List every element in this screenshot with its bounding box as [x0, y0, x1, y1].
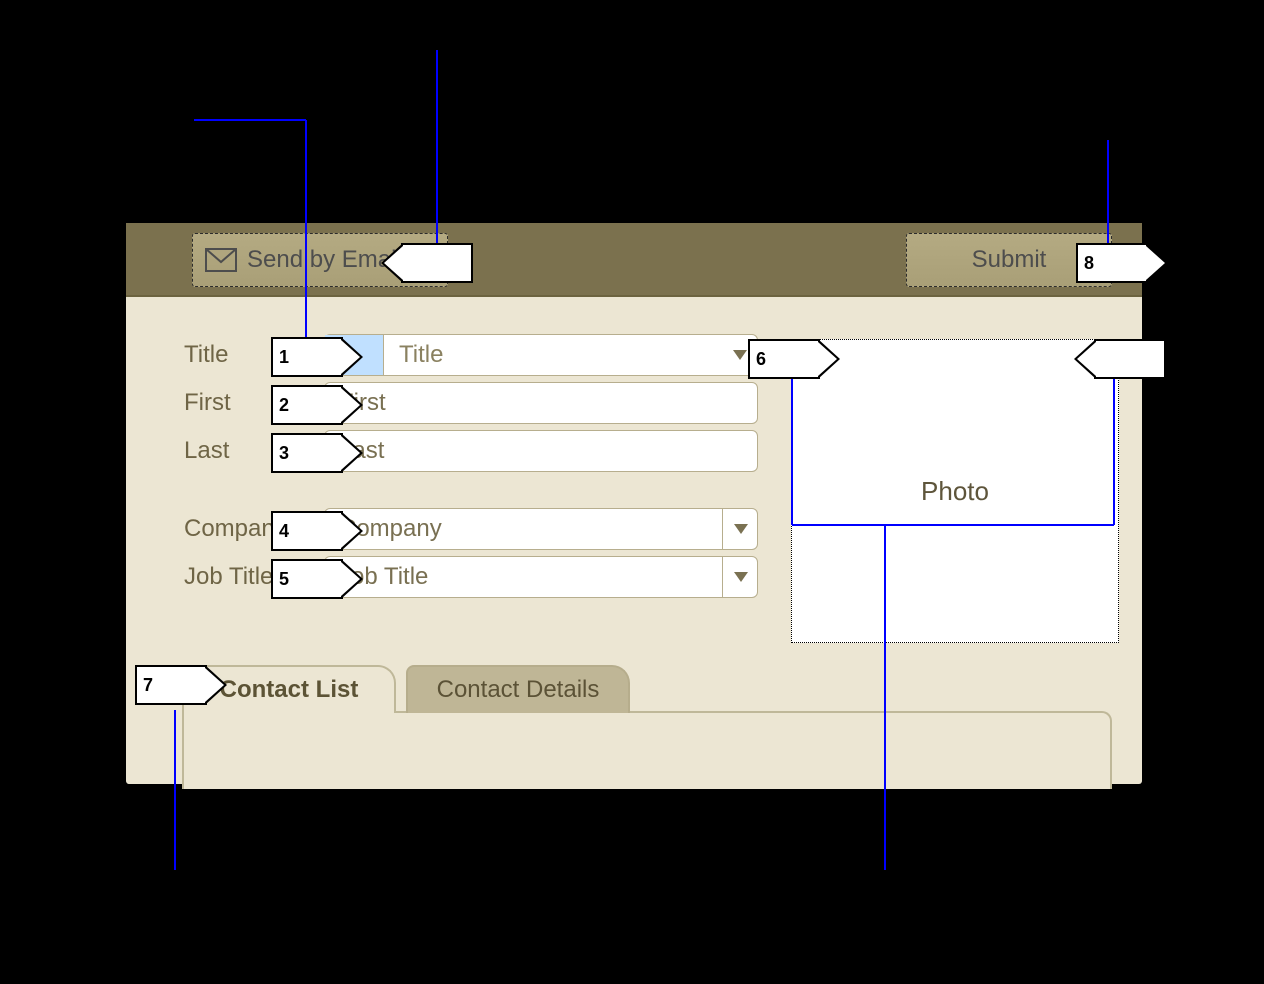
toolbar: Send by Email Submit: [126, 223, 1142, 297]
company-dropdown-toggle[interactable]: [722, 509, 757, 549]
callout-marker-photo-right: [1094, 339, 1166, 379]
submit-label: Submit: [972, 246, 1047, 274]
title-dropdown[interactable]: Title: [324, 334, 758, 376]
tab-contact-list-label: Contact List: [220, 676, 359, 704]
title-placeholder: Title: [399, 341, 443, 369]
callout-marker-3: 3: [271, 433, 343, 473]
callout-marker-1: 1: [271, 337, 343, 377]
callout-marker-5: 5: [271, 559, 343, 599]
callout-marker-7: 7: [135, 665, 207, 705]
callout-marker-8: 8: [1076, 243, 1148, 283]
tab-contact-details-label: Contact Details: [437, 676, 600, 704]
chevron-down-icon: [733, 350, 747, 360]
tab-contact-details[interactable]: Contact Details: [406, 665, 630, 713]
photo-label: Photo: [921, 476, 989, 507]
jobtitle-dropdown-toggle[interactable]: [722, 557, 757, 597]
envelope-icon: [205, 248, 237, 272]
app-window: Send by Email Submit Title Title First F…: [126, 223, 1142, 784]
first-name-input[interactable]: First: [324, 382, 758, 424]
jobtitle-combobox[interactable]: Job Title: [324, 556, 758, 598]
chevron-down-icon: [734, 572, 748, 582]
callout-marker-email: [401, 243, 473, 283]
callout-marker-2: 2: [271, 385, 343, 425]
photo-placeholder[interactable]: Photo: [791, 339, 1119, 643]
send-by-email-label: Send by Email: [247, 246, 402, 274]
tabs: Contact Details Contact List: [182, 665, 1112, 765]
callout-marker-6: 6: [748, 339, 820, 379]
tab-panel: [182, 711, 1112, 789]
callout-marker-4: 4: [271, 511, 343, 551]
company-combobox[interactable]: Company: [324, 508, 758, 550]
chevron-down-icon: [734, 524, 748, 534]
last-name-input[interactable]: Last: [324, 430, 758, 472]
